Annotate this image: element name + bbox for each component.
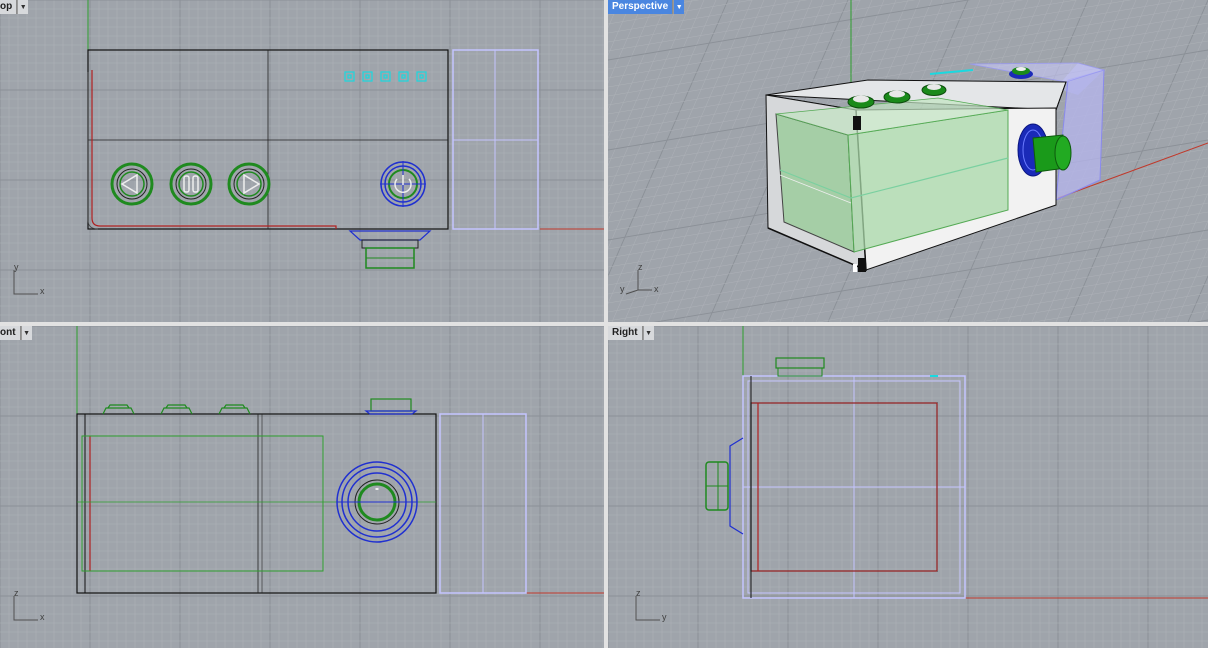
chevron-down-icon[interactable]: ▼: [673, 0, 685, 14]
axis-indicator: z y: [634, 588, 674, 624]
axis-y-label: y: [662, 612, 667, 622]
right-viewport[interactable]: Right ▼ z y: [608, 326, 1208, 648]
knob-geometry: [348, 230, 432, 269]
axis-x-label: x: [654, 284, 659, 294]
axis-indicator: z x: [12, 588, 52, 624]
axis-y-label: y: [14, 262, 19, 272]
prev-button-geometry: [110, 162, 154, 206]
right-viewport-title[interactable]: Right: [608, 326, 643, 340]
chevron-down-icon[interactable]: ▼: [642, 326, 654, 340]
perspective-viewport-tab[interactable]: Perspective ▼: [608, 0, 685, 14]
pause-button-geometry: [169, 162, 213, 206]
axis-z-label: z: [636, 588, 641, 598]
right-viewport-tab[interactable]: Right ▼: [608, 326, 654, 340]
top-view-model: [87, 0, 604, 269]
axis-y-label: y: [620, 284, 625, 294]
top-viewport[interactable]: op ▼ y x: [0, 0, 604, 322]
axis-x-label: x: [40, 286, 45, 296]
top-viewport-tab[interactable]: op ▼: [0, 0, 29, 14]
chevron-down-icon[interactable]: ▼: [17, 0, 29, 14]
perspective-model: [765, 0, 1208, 272]
chevron-down-icon[interactable]: ▼: [20, 326, 32, 340]
perspective-viewport-title[interactable]: Perspective: [608, 0, 674, 14]
axis-z-label: z: [14, 588, 19, 598]
axis-z-label: z: [638, 262, 643, 272]
axis-indicator: y x: [12, 262, 52, 298]
power-button-geometry: [380, 161, 426, 207]
front-viewport-title[interactable]: ont: [0, 326, 21, 340]
top-viewport-title[interactable]: op: [0, 0, 18, 14]
led-indicators: [344, 71, 427, 82]
axis-x-label: x: [40, 612, 45, 622]
perspective-viewport[interactable]: Perspective ▼ z y x: [608, 0, 1208, 322]
front-view-model: [76, 326, 604, 594]
next-button-geometry: [227, 162, 271, 206]
front-viewport-tab[interactable]: ont ▼: [0, 326, 32, 340]
front-viewport[interactable]: ont ▼ z x: [0, 326, 604, 648]
axis-indicator: z y x: [620, 262, 670, 298]
right-view-model: [705, 326, 1208, 599]
